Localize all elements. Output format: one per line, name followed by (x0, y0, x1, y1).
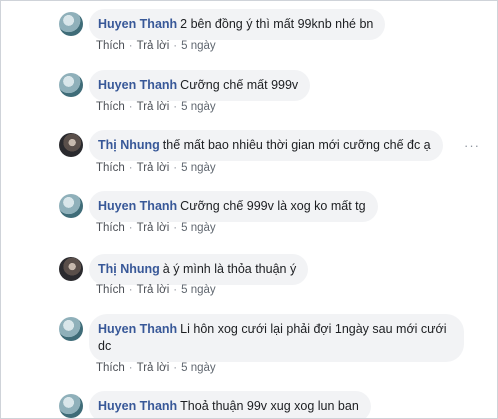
comment-actions: Thích · Trả lời · 5 ngày (96, 362, 216, 374)
comment-author[interactable]: Huyen Thanh (98, 17, 177, 31)
comment-bubble: Huyen Thanh 2 bên đồng ý thì mất 99knb nh… (89, 9, 386, 40)
comment-text: thế mất bao nhiêu thời gian mới cưỡng ch… (162, 138, 431, 152)
like-link[interactable]: Thích (96, 222, 125, 234)
separator-dot: · (128, 362, 133, 374)
avatar[interactable] (59, 394, 83, 418)
like-link[interactable]: Thích (96, 162, 125, 174)
comment-timestamp[interactable]: 5 ngày (181, 284, 216, 296)
comment-bubble: Thị Nhung thế mất bao nhiêu thời gian mới… (89, 130, 443, 161)
separator-dot: · (128, 101, 133, 113)
more-options-icon[interactable]: ··· (464, 139, 480, 152)
like-link[interactable]: Thích (96, 101, 125, 113)
comment-author[interactable]: Thị Nhung (98, 138, 160, 152)
separator-dot: · (173, 362, 178, 374)
comment-actions: Thích · Trả lời · 5 ngày (96, 40, 216, 52)
comment-timestamp[interactable]: 5 ngày (181, 162, 216, 174)
comment-bubble: Huyen Thanh Cưỡng chế 999v là xog ko mất … (89, 191, 378, 222)
comment-text: Thoả thuận 99v xug xog lun ban (180, 399, 359, 413)
like-link[interactable]: Thích (96, 40, 125, 52)
avatar[interactable] (59, 317, 83, 341)
reply-link[interactable]: Trả lời (137, 222, 170, 234)
like-link[interactable]: Thích (96, 362, 125, 374)
comment-timestamp[interactable]: 5 ngày (181, 362, 216, 374)
comment-bubble: Huyen Thanh Thoả thuận 99v xug xog lun ba… (89, 391, 371, 418)
avatar[interactable] (59, 194, 83, 218)
avatar[interactable] (59, 133, 83, 157)
comment-bubble: Thị Nhung à ý mình là thỏa thuận ý (89, 254, 309, 285)
avatar[interactable] (59, 12, 83, 36)
comment-bubble: Huyen Thanh Cưỡng chế mất 999v (89, 70, 311, 101)
comment-author[interactable]: Thị Nhung (98, 262, 160, 276)
comment-actions: Thích · Trả lời · 5 ngày (96, 101, 216, 113)
comment-timestamp[interactable]: 5 ngày (181, 222, 216, 234)
reply-link[interactable]: Trả lời (137, 284, 170, 296)
separator-dot: · (173, 284, 178, 296)
reply-link[interactable]: Trả lời (137, 101, 170, 113)
comment-text: à ý mình là thỏa thuận ý (162, 262, 297, 276)
separator-dot: · (173, 101, 178, 113)
like-link[interactable]: Thích (96, 284, 125, 296)
separator-dot: · (128, 162, 133, 174)
avatar[interactable] (59, 257, 83, 281)
comment-author[interactable]: Huyen Thanh (98, 399, 177, 413)
reply-link[interactable]: Trả lời (137, 162, 170, 174)
reply-link[interactable]: Trả lời (137, 40, 170, 52)
separator-dot: · (173, 40, 178, 52)
separator-dot: · (128, 40, 133, 52)
separator-dot: · (128, 222, 133, 234)
separator-dot: · (128, 284, 133, 296)
separator-dot: · (173, 162, 178, 174)
comment-thread: Huyen Thanh 2 bên đồng ý thì mất 99knb nh… (0, 0, 498, 419)
comment-timestamp[interactable]: 5 ngày (181, 40, 216, 52)
comment-author[interactable]: Huyen Thanh (98, 322, 177, 336)
reply-link[interactable]: Trả lời (137, 362, 170, 374)
comment-bubble: Huyen Thanh Li hôn xog cưới lại phải đợi … (89, 314, 464, 362)
comment-text: 2 bên đồng ý thì mất 99knb nhé bn (180, 17, 374, 31)
comment-author[interactable]: Huyen Thanh (98, 199, 177, 213)
separator-dot: · (173, 222, 178, 234)
comment-author[interactable]: Huyen Thanh (98, 78, 177, 92)
avatar[interactable] (59, 73, 83, 97)
comment-actions: Thích · Trả lời · 5 ngày (96, 162, 216, 174)
comment-text: Cưỡng chế 999v là xog ko mất tg (180, 199, 366, 213)
comment-text: Cưỡng chế mất 999v (180, 78, 299, 92)
comment-timestamp[interactable]: 5 ngày (181, 101, 216, 113)
comment-actions: Thích · Trả lời · 5 ngày (96, 284, 216, 296)
comment-actions: Thích · Trả lời · 5 ngày (96, 222, 216, 234)
